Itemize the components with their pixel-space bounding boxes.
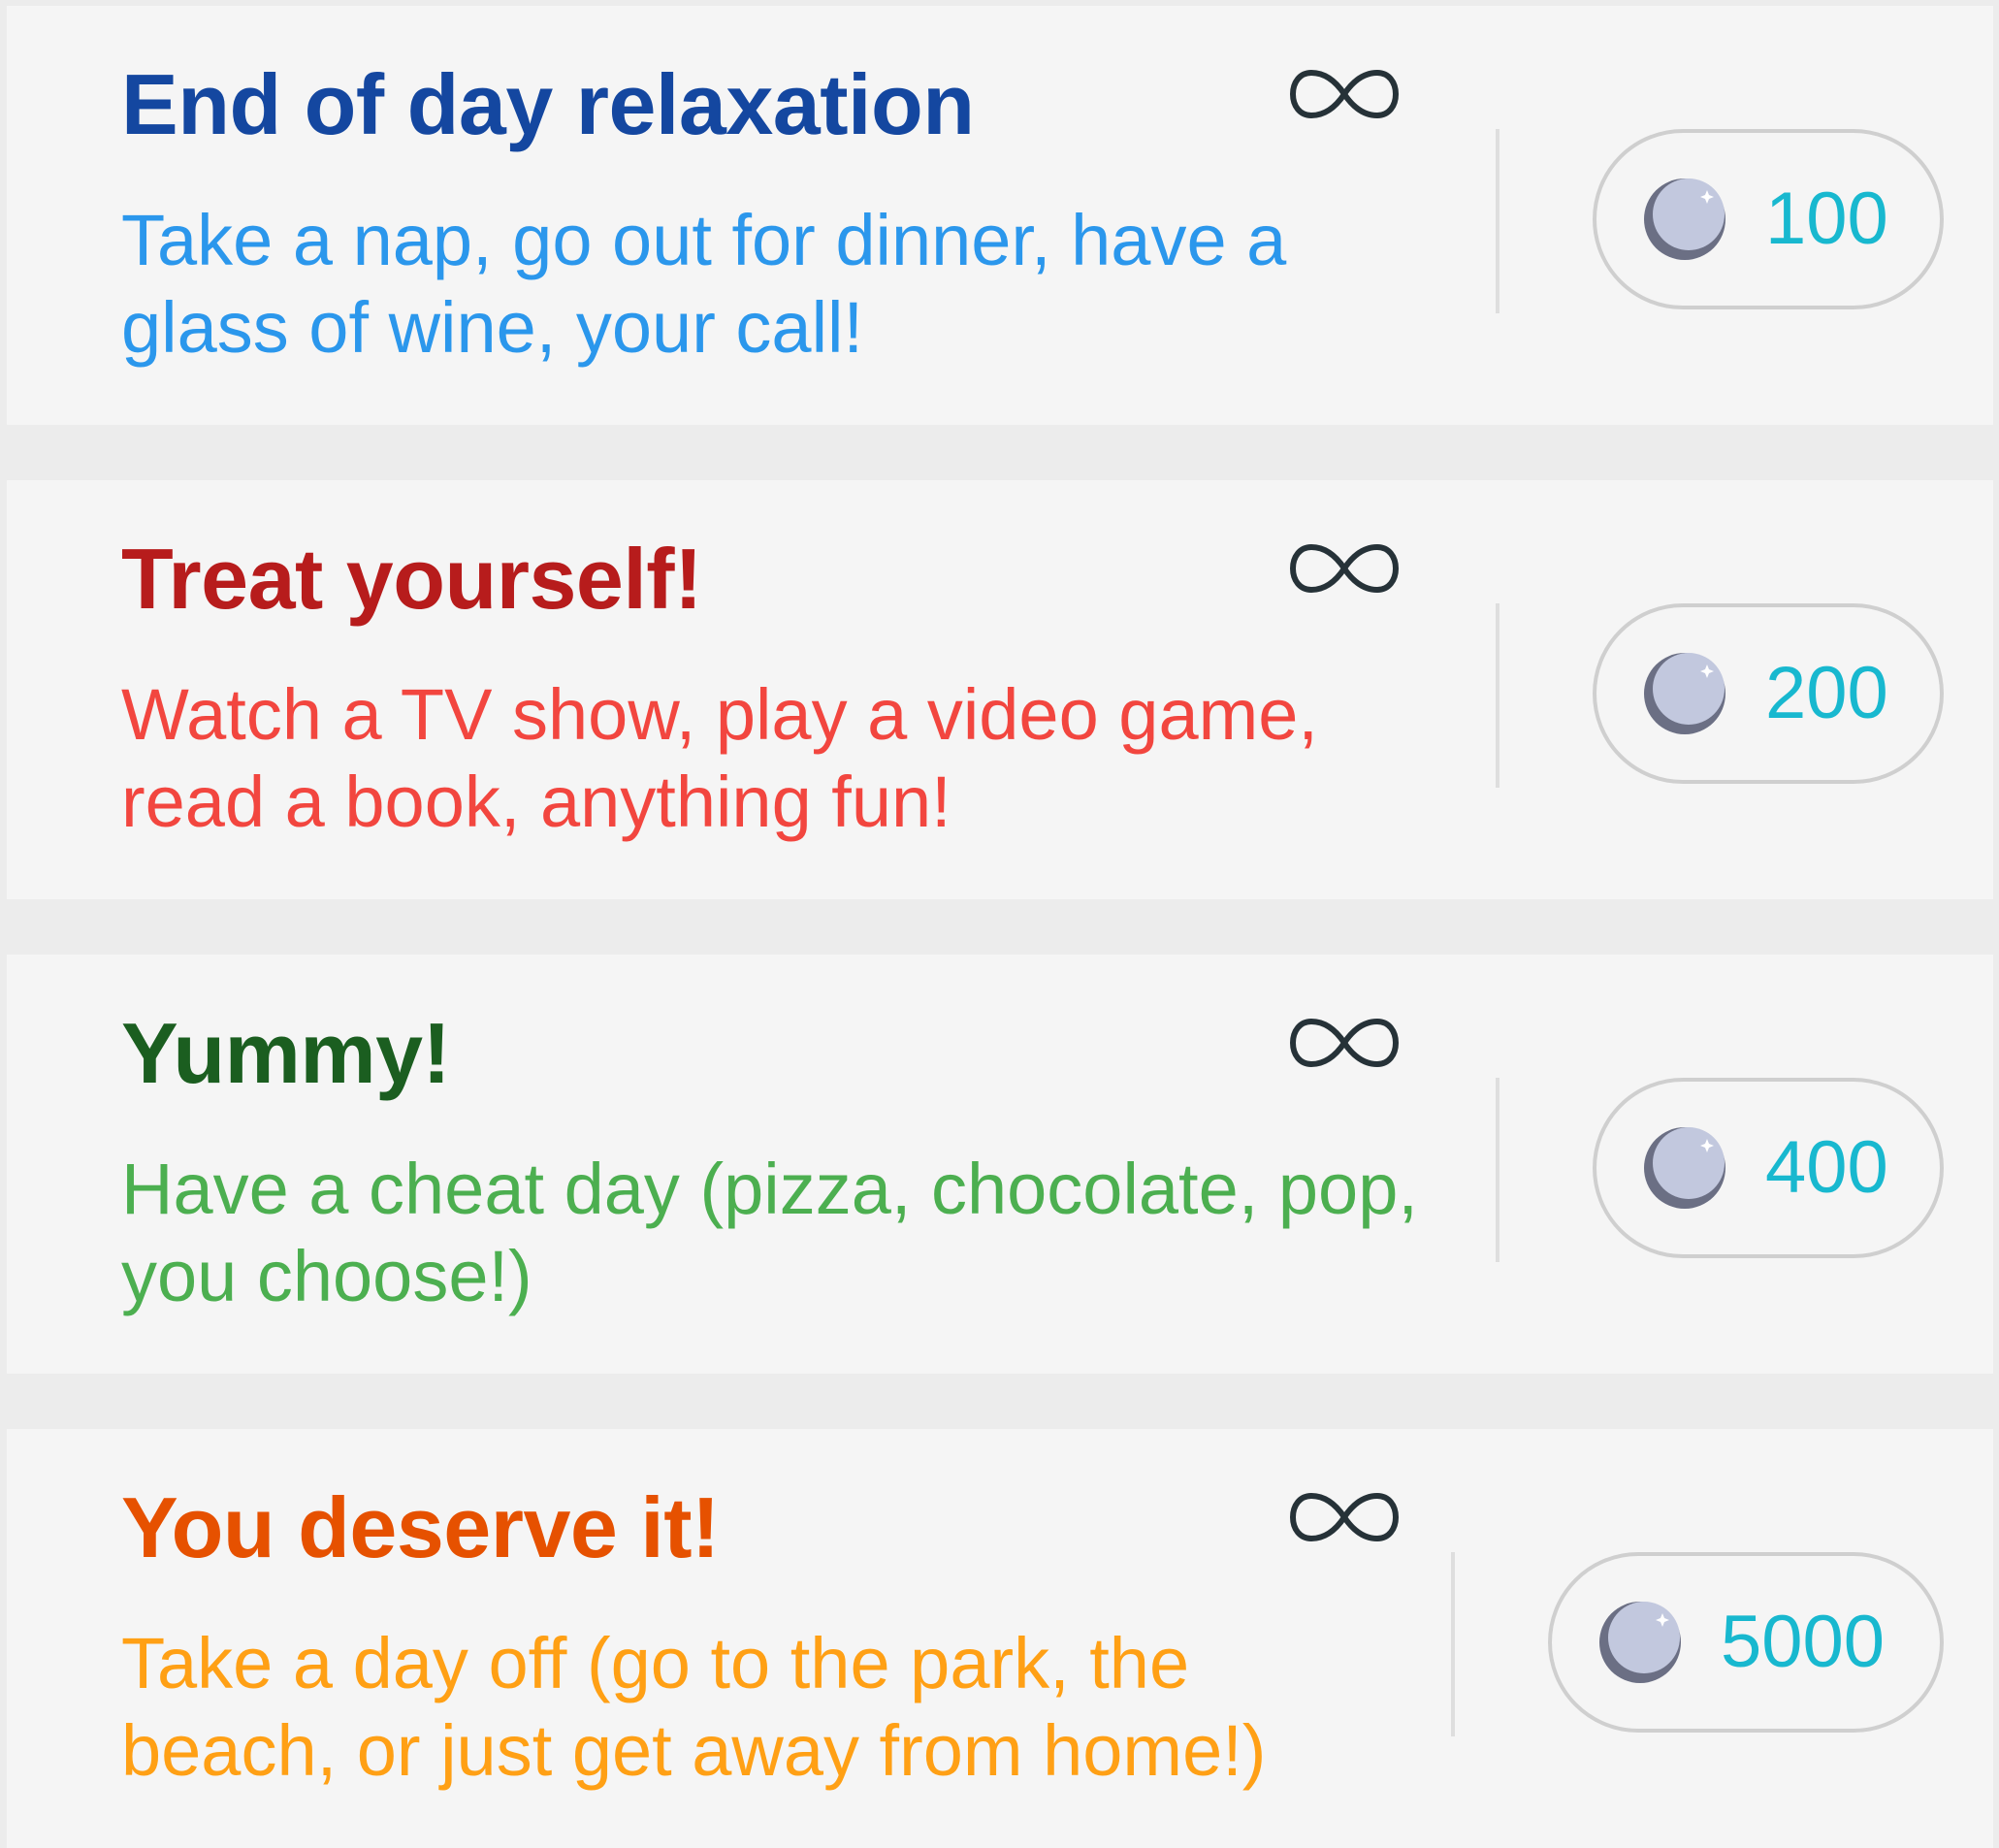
cost-value: 5000 bbox=[1721, 1601, 1886, 1683]
reward-card[interactable]: You deserve it! Take a day off (go to th… bbox=[7, 1429, 1993, 1848]
reward-description: Take a nap, go out for dinner, have a gl… bbox=[121, 200, 1287, 368]
infinity-icon bbox=[1290, 69, 1399, 119]
divider bbox=[1496, 603, 1499, 788]
reward-card[interactable]: Yummy! Have a cheat day (pizza, chocolat… bbox=[7, 955, 1993, 1374]
reward-title: Treat yourself! bbox=[121, 531, 702, 627]
reward-title: Yummy! bbox=[121, 1005, 451, 1101]
infinity-icon bbox=[1290, 1018, 1399, 1068]
cost-button[interactable]: 400 bbox=[1593, 1078, 1944, 1258]
coin-icon bbox=[1644, 653, 1725, 734]
coin-icon bbox=[1599, 1602, 1681, 1683]
infinity-icon bbox=[1290, 543, 1399, 594]
reward-description: Watch a TV show, play a video game, read… bbox=[121, 674, 1318, 842]
cost-button[interactable]: 100 bbox=[1593, 129, 1944, 309]
reward-title: You deserve it! bbox=[121, 1479, 720, 1575]
cost-button[interactable]: 5000 bbox=[1548, 1552, 1944, 1733]
reward-title: End of day relaxation bbox=[121, 56, 975, 152]
divider bbox=[1451, 1552, 1455, 1736]
cost-value: 100 bbox=[1765, 178, 1888, 260]
divider bbox=[1496, 129, 1499, 313]
reward-card[interactable]: End of day relaxation Take a nap, go out… bbox=[7, 6, 1993, 425]
reward-description: Have a cheat day (pizza, chocolate, pop,… bbox=[121, 1149, 1418, 1316]
coin-icon bbox=[1644, 178, 1725, 260]
cost-value: 200 bbox=[1765, 652, 1888, 734]
reward-card[interactable]: Treat yourself! Watch a TV show, play a … bbox=[7, 480, 1993, 899]
cost-value: 400 bbox=[1765, 1126, 1888, 1209]
reward-description: Take a day off (go to the park, the beac… bbox=[121, 1623, 1267, 1791]
cost-button[interactable]: 200 bbox=[1593, 603, 1944, 784]
infinity-icon bbox=[1290, 1492, 1399, 1542]
coin-icon bbox=[1644, 1127, 1725, 1209]
divider bbox=[1496, 1078, 1499, 1262]
